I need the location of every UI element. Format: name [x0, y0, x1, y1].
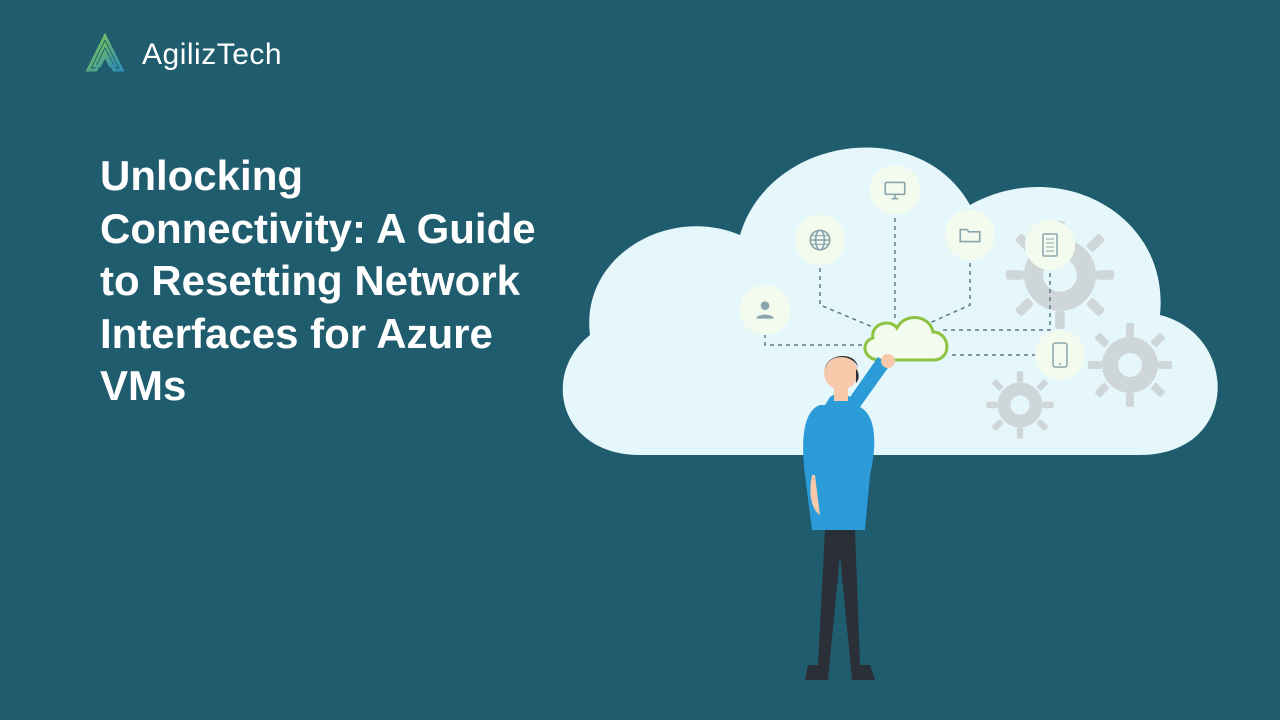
phone-icon — [1035, 330, 1085, 380]
folder-icon — [945, 210, 995, 260]
person-icon — [740, 285, 790, 335]
brand-logo: AgilizTech — [80, 30, 282, 80]
gear-icon — [1080, 315, 1180, 415]
person-illustration-icon — [770, 335, 910, 695]
monitor-icon — [870, 165, 920, 215]
globe-icon — [795, 215, 845, 265]
logo-mark-icon — [80, 30, 130, 80]
brand-name: AgilizTech — [142, 38, 282, 72]
illustration — [520, 35, 1240, 675]
server-icon — [1025, 220, 1075, 270]
page-title: Unlocking Connectivity: A Guide to Reset… — [100, 150, 550, 413]
